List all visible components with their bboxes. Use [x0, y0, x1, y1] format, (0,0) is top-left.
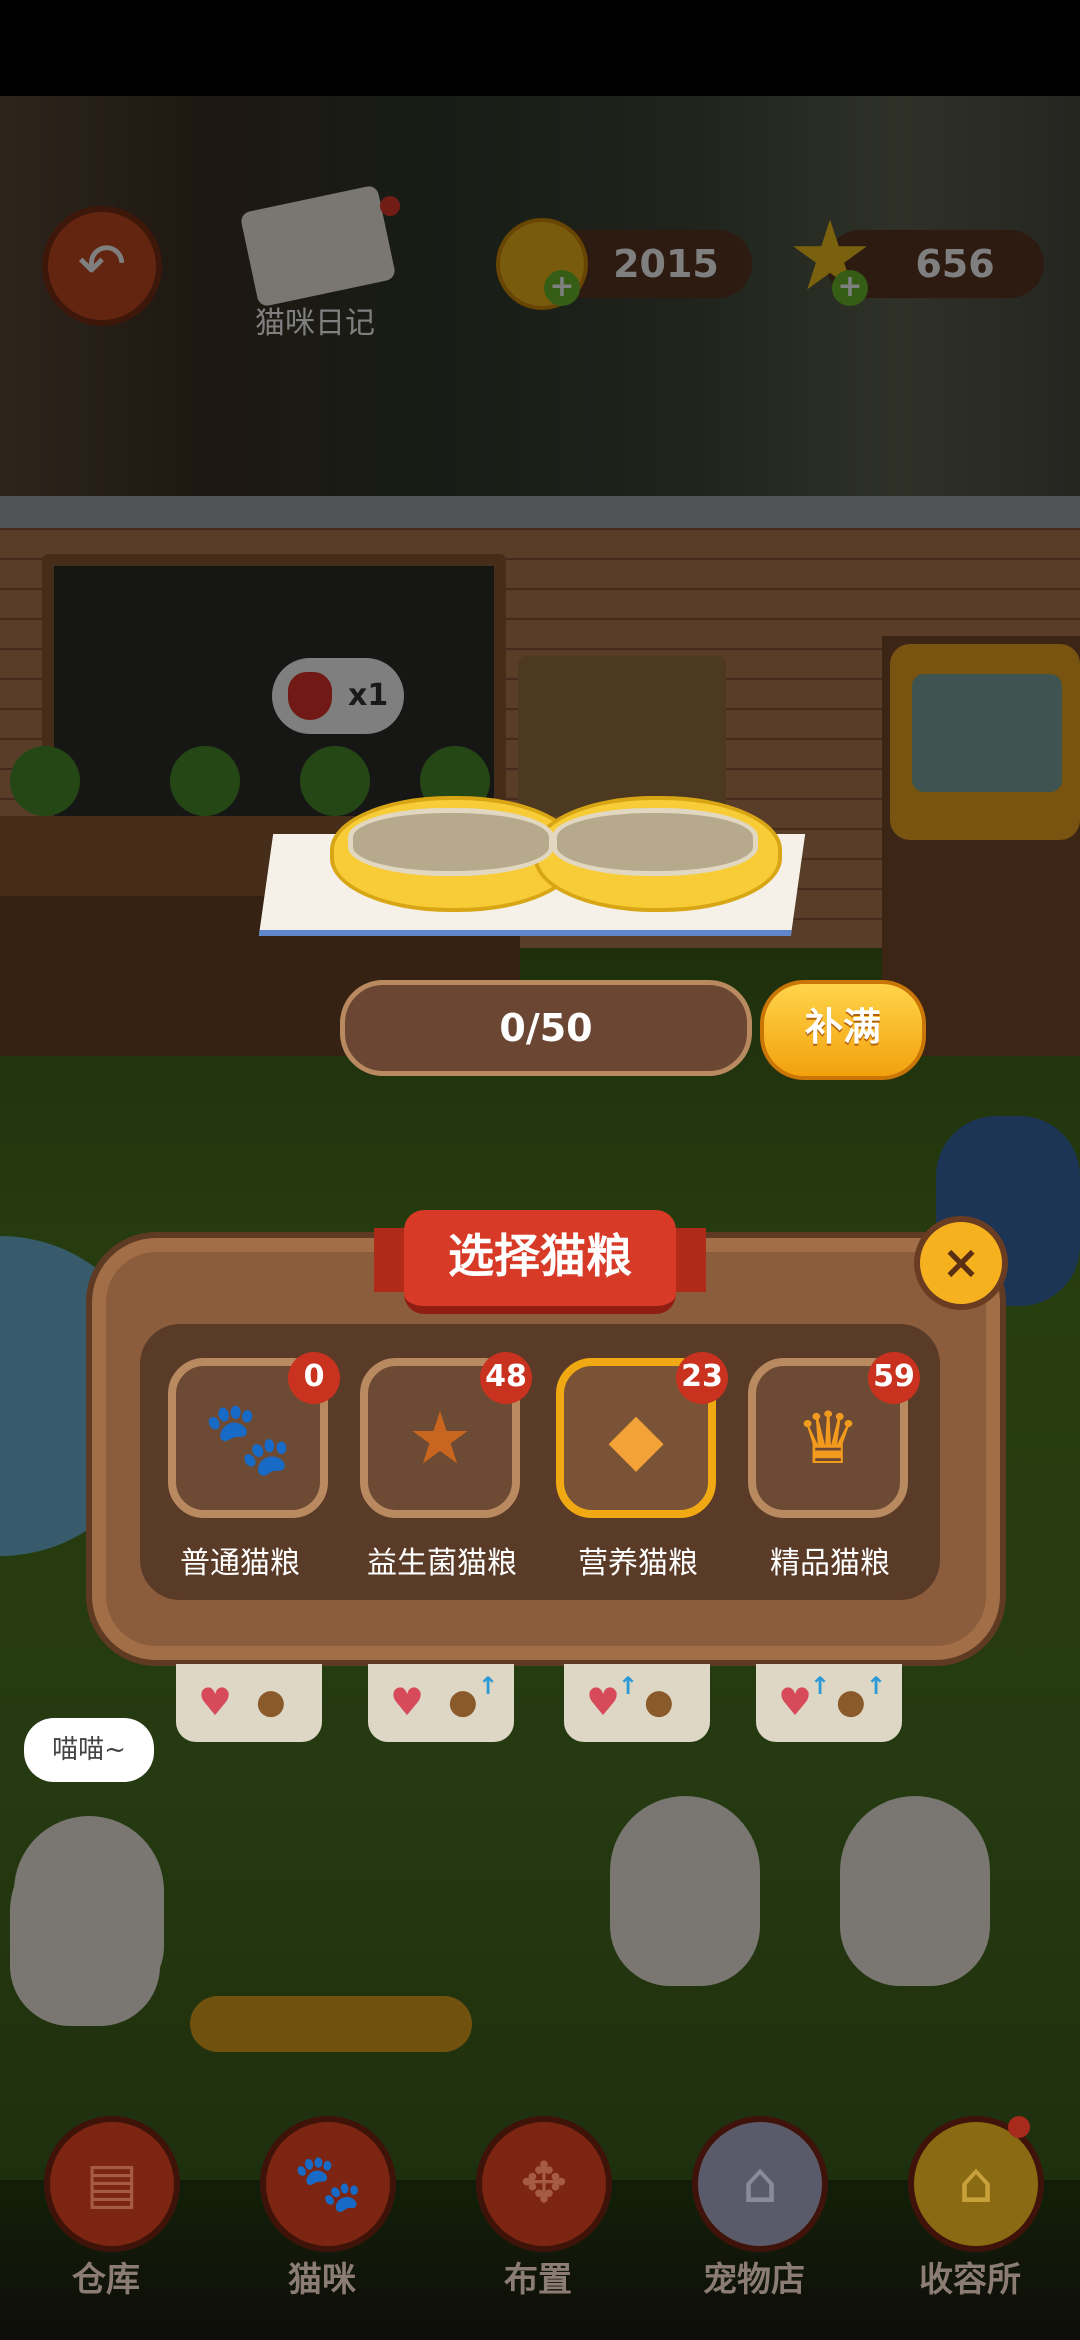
heart-icon: ♥ [198, 1680, 233, 1724]
dialog-title: 选择猫粮 [404, 1210, 676, 1314]
arrange-icon: ✥ [520, 2151, 568, 2216]
status-bar [0, 0, 1080, 96]
bowl-inner [348, 808, 554, 876]
increase-arrow-icon: ↑ [618, 1672, 639, 1700]
food-label: 普通猫粮 [180, 1546, 300, 1581]
nav-label: 仓库 [72, 2260, 140, 2300]
poop-icon: ● [256, 1682, 286, 1722]
nav-label: 猫咪 [288, 2260, 356, 2300]
nav-label: 布置 [504, 2260, 572, 2300]
paw-icon: 🐾 [293, 2151, 363, 2216]
increase-arrow-icon: ↑ [866, 1672, 887, 1700]
cat-speech-bubble: 喵喵~ [24, 1718, 154, 1782]
heart-icon: ♥ [390, 1680, 425, 1724]
food-label: 营养猫粮 [578, 1546, 698, 1581]
food-count-badge: 48 [480, 1352, 532, 1404]
food-effect-tag: ♥ ↑ ● [564, 1664, 710, 1742]
nav-petshop-button[interactable]: ⌂ [692, 2116, 828, 2252]
close-button[interactable]: × [914, 1216, 1008, 1310]
fill-button[interactable]: 补满 [760, 980, 926, 1080]
food-effect-tag: ♥ ● ↑ [368, 1664, 514, 1742]
nav-warehouse-button[interactable]: ▤ [44, 2116, 180, 2252]
bowl-inner [552, 808, 758, 876]
box-icon: ▤ [85, 2151, 139, 2216]
food-count-badge: 0 [288, 1352, 340, 1404]
increase-arrow-icon: ↑ [478, 1672, 499, 1700]
close-icon: × [941, 1235, 981, 1289]
nav-label: 收容所 [919, 2260, 1021, 2300]
poop-icon: ● [644, 1682, 674, 1722]
food-label: 益生菌猫粮 [367, 1546, 517, 1581]
food-count-badge: 23 [676, 1352, 728, 1404]
nav-label: 宠物店 [703, 2260, 805, 2300]
shelter-icon: ⌂ [958, 2151, 994, 2216]
nav-cats-button[interactable]: 🐾 [260, 2116, 396, 2252]
food-progress: 0/50 [340, 980, 752, 1076]
food-count-badge: 59 [868, 1352, 920, 1404]
increase-arrow-icon: ↑ [810, 1672, 831, 1700]
shop-icon: ⌂ [742, 2151, 778, 2216]
food-effect-tag: ♥ ● [176, 1664, 322, 1742]
notification-dot [1008, 2116, 1030, 2138]
food-effect-tag: ♥ ↑ ● ↑ [756, 1664, 902, 1742]
nav-arrange-button[interactable]: ✥ [476, 2116, 612, 2252]
food-label: 精品猫粮 [770, 1546, 890, 1581]
